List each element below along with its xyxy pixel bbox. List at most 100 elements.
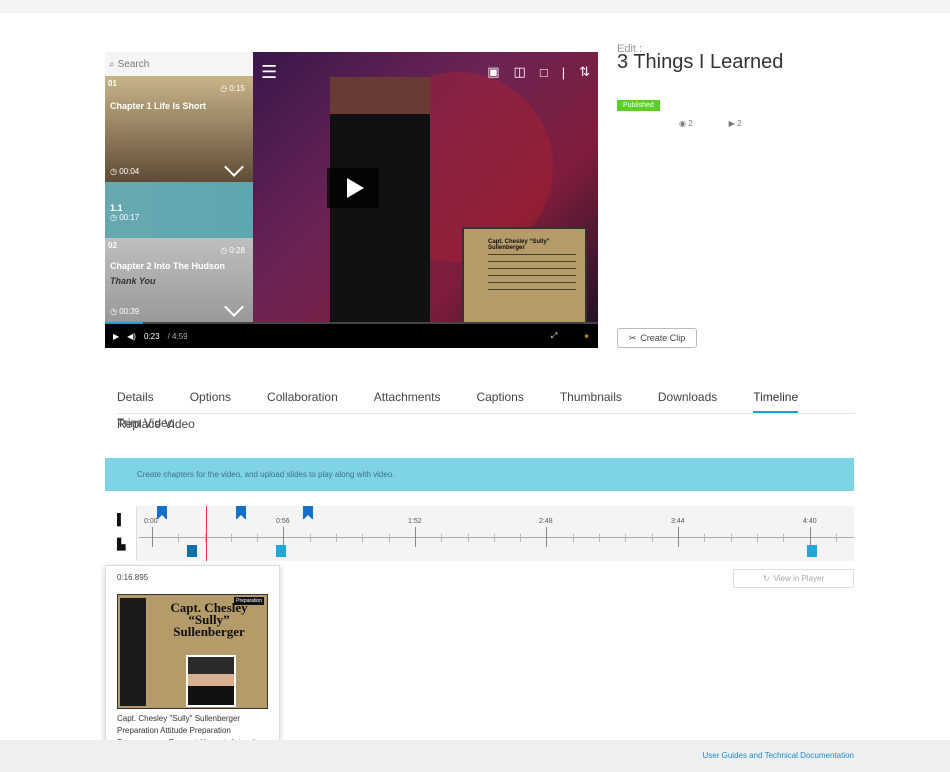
tab-trim-video[interactable]: Trim Video [117,416,174,430]
chevron-down-icon[interactable] [224,157,244,177]
tab-options[interactable]: Options [190,386,231,413]
duration: / 4:59 [167,331,188,341]
volume-icon[interactable]: ◀) [127,332,136,341]
playhead[interactable] [206,506,207,561]
tab-attachments[interactable]: Attachments [374,386,441,413]
status-badge: Published [617,100,660,111]
current-time: 0:23 [143,331,160,341]
play-button[interactable] [327,168,379,208]
minor-tick [441,534,442,542]
minor-tick [520,534,521,542]
chapter-item[interactable]: 02 ◷ 0:28 Chapter 2 Into The Hudson Than… [105,238,253,322]
tab-captions[interactable]: Captions [476,386,523,413]
minor-tick [178,534,179,542]
chapter-time: ◷ 00:39 [110,307,140,316]
minor-tick [599,534,600,542]
major-tick [283,527,284,547]
tab-details[interactable]: Details [117,386,154,413]
chevron-down-icon[interactable] [224,297,244,317]
minor-tick [310,534,311,542]
major-tick [152,527,153,547]
minor-tick [652,534,653,542]
chapter-marker[interactable] [236,506,246,520]
chapter-subtitle: Thank You [110,276,156,286]
menu-icon[interactable]: ☰ [261,62,277,83]
slide-title: Capt. Chesley “Sully” Sullenberger [488,239,550,251]
time-label: 3:44 [671,518,685,525]
view-in-player-button[interactable]: ↻ View in Player [733,569,854,588]
minor-tick [573,534,574,542]
plays-stat: ▶ 2 [728,119,742,128]
slide-preview-title: Capt. Chesley “Sully” Sullenberger [170,600,248,639]
time-label: 0:00 [144,518,158,525]
tab-divider [117,413,855,414]
chapter-marker[interactable] [303,506,313,520]
video-layout-controls: ▣ ◫ □ | ⇅ [487,64,590,80]
clock-icon: ◷ 0:15 [220,84,245,93]
minor-tick [783,534,784,542]
major-tick [546,527,547,547]
captain-photo [186,655,236,707]
timeline-ruler [139,537,854,538]
spark-icon[interactable]: ✶ [583,332,590,341]
time-label: 2:48 [539,518,553,525]
fullframe-icon[interactable]: □ [540,65,548,80]
create-clip-button[interactable]: ✂ Create Clip [617,328,697,348]
chapter-number: 1.1 [110,203,123,213]
player-controls: ▶ ◀) 0:23 / 4:59 ⤢ ✶ [105,324,598,348]
minor-tick [836,534,837,542]
time-label: 4:40 [803,518,817,525]
slide-marker[interactable] [807,545,817,557]
time-label: 1:52 [408,518,422,525]
top-bar [0,0,950,13]
video-frame[interactable]: ☰ ▣ ◫ □ | ⇅ Capt. Chesley “Sully” Sullen… [253,52,598,325]
chapter-duration: 0:28 [229,246,245,255]
time-label: 0:56 [276,518,290,525]
chapter-time: ◷ 00:17 [110,213,140,222]
user-guides-link[interactable]: User Guides and Technical Documentation [703,751,855,760]
refresh-icon: ↻ [762,574,770,583]
video-player[interactable]: ⌕ Search 01 ◷ 0:15 Chapter 1 Life Is Sho… [105,52,598,348]
minor-tick [205,534,206,542]
video-title: 3 Things I Learned [617,51,784,73]
video-stats: ◉ 2 ▶ 2 [679,119,742,128]
minor-tick [757,534,758,542]
tab-downloads[interactable]: Downloads [658,386,717,413]
bookmark-icon[interactable]: ▌ [117,514,125,526]
views-stat: ◉ 2 [679,119,693,128]
eye-icon: ◉ [679,119,686,128]
chapter-number: 02 [108,241,117,250]
tab-thumbnails[interactable]: Thumbnails [560,386,622,413]
chapter-marker[interactable] [157,506,167,520]
slide-preview: Preparation Capt. Chesley “Sully” Sullen… [117,594,268,709]
major-tick [415,527,416,547]
minor-tick [704,534,705,542]
split-view-icon[interactable]: ◫ [514,64,526,80]
divider: | [561,64,566,80]
tab-collaboration[interactable]: Collaboration [267,386,338,413]
chapter-panel: ⌕ Search 01 ◷ 0:15 Chapter 1 Life Is Sho… [105,52,253,348]
timeline[interactable]: ▌ ▙ 0:00 0:56 1:52 2:48 3:44 4:40 [105,506,854,561]
slide-marker[interactable] [187,545,197,557]
chapter-duration: 0:15 [229,84,245,93]
chapter-item[interactable]: 1.1 ◷ 00:17 [105,182,253,238]
play-small-icon: ▶ [728,119,735,128]
timeline-toolbar: ▌ ▙ [105,506,137,561]
swap-icon[interactable]: ⇅ [579,64,590,80]
minor-tick [336,534,337,542]
pip-icon[interactable]: ▣ [487,64,499,80]
minor-tick [257,534,258,542]
chapter-search[interactable]: ⌕ Search [105,52,253,76]
expand-icon[interactable]: ⤢ [551,331,557,341]
minor-tick [468,534,469,542]
scissors-icon: ✂ [628,332,637,343]
play-icon[interactable]: ▶ [113,332,119,341]
slide-icon[interactable]: ▙ [117,538,125,551]
minor-tick [231,534,232,542]
footer: User Guides and Technical Documentation [0,740,950,772]
chapter-search-input[interactable]: Search [118,59,150,70]
tab-timeline[interactable]: Timeline [753,386,799,413]
chapter-item[interactable]: 01 ◷ 0:15 Chapter 1 Life Is Short ◷ 00:0… [105,76,253,182]
info-banner: Create chapters for the video, and uploa… [105,458,854,491]
slide-marker[interactable] [276,545,286,557]
